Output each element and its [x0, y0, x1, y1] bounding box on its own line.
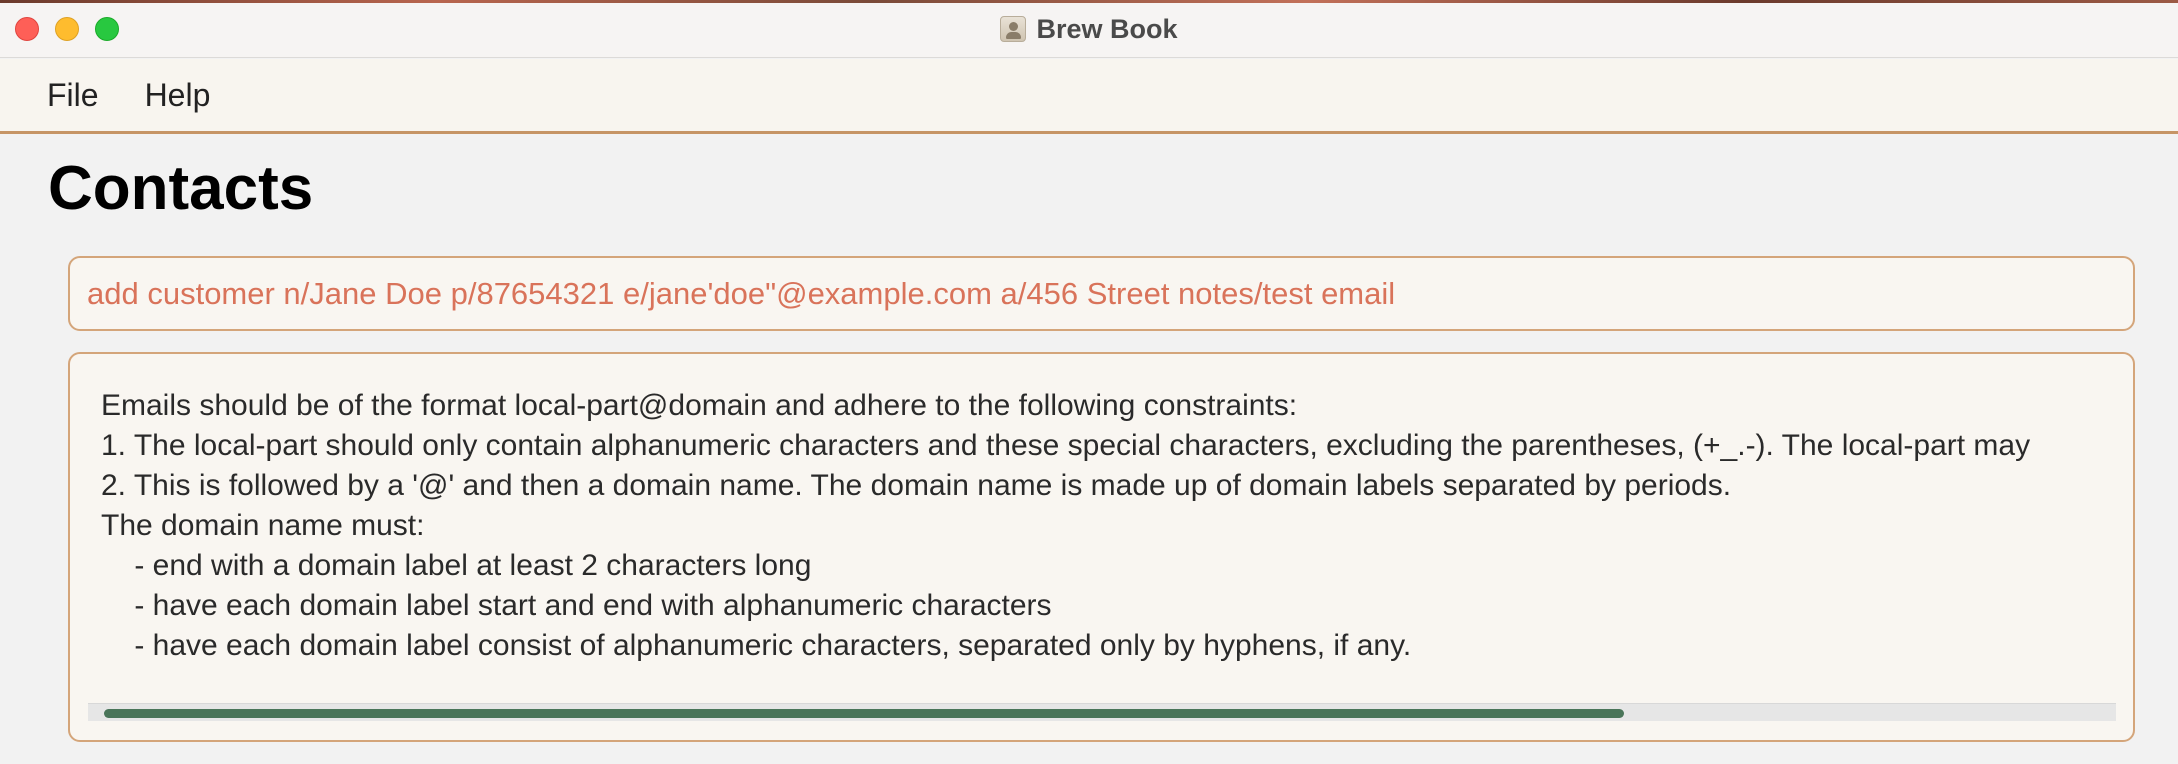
scrollbar-thumb[interactable] [104, 709, 1624, 718]
app-window: Brew Book File Help Contacts Emails shou… [0, 0, 2178, 764]
result-line: The domain name must: [101, 509, 425, 542]
menu-help[interactable]: Help [145, 77, 211, 114]
window-title-group: Brew Book [0, 12, 2178, 46]
result-line: 1. The local-part should only contain al… [101, 429, 2031, 462]
command-input[interactable] [87, 275, 2133, 312]
horizontal-scrollbar[interactable] [88, 703, 2116, 721]
result-line: - have each domain label consist of alph… [101, 629, 1412, 662]
command-box[interactable] [68, 256, 2135, 331]
result-text-area[interactable]: Emails should be of the format local-par… [101, 386, 2121, 666]
result-display: Emails should be of the format local-par… [68, 352, 2135, 742]
desktop-background-strip [0, 0, 2178, 3]
title-bar[interactable]: Brew Book [0, 0, 2178, 58]
result-line: - end with a domain label at least 2 cha… [101, 549, 812, 582]
menu-file[interactable]: File [47, 77, 99, 114]
page-title: Contacts [48, 154, 314, 223]
window-title: Brew Book [1036, 13, 1178, 44]
result-line: Emails should be of the format local-par… [101, 389, 1298, 422]
address-book-icon [1000, 16, 1027, 42]
result-line: - have each domain label start and end w… [101, 589, 1052, 622]
result-line: 2. This is followed by a '@' and then a … [101, 469, 1732, 502]
menu-bar: File Help [0, 59, 2178, 134]
